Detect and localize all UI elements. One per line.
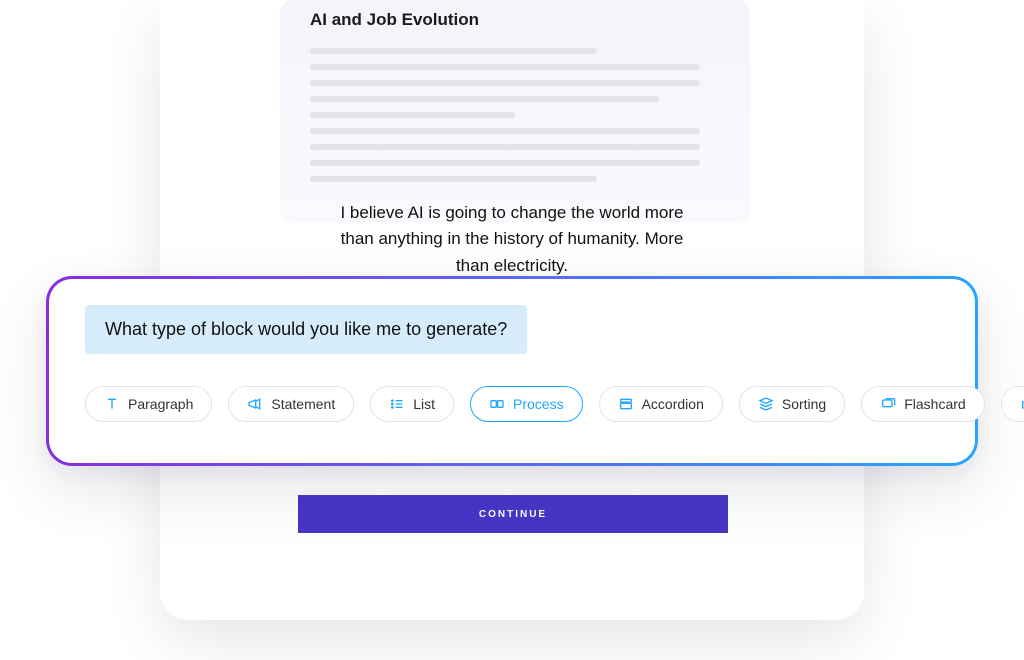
document-body-text: I believe AI is going to change the worl… xyxy=(160,200,864,279)
option-label: Sorting xyxy=(782,396,826,412)
card-icon xyxy=(880,396,896,412)
option-flashcard[interactable]: Flashcard xyxy=(861,386,984,422)
option-paragraph[interactable]: Paragraph xyxy=(85,386,212,422)
option-label: Statement xyxy=(271,396,335,412)
text-icon xyxy=(104,396,120,412)
continue-button[interactable]: CONTINUE xyxy=(298,495,728,533)
option-label: Accordion xyxy=(642,396,704,412)
excerpt-box: AI and Job Evolution xyxy=(280,0,750,222)
list-icon xyxy=(389,396,405,412)
option-tabs[interactable]: Tabs xyxy=(1001,386,1024,422)
block-options-row: Paragraph Statement List Process xyxy=(85,386,939,422)
excerpt-title: AI and Job Evolution xyxy=(310,10,720,30)
option-process[interactable]: Process xyxy=(470,386,583,422)
option-label: Paragraph xyxy=(128,396,193,412)
tabs-icon xyxy=(1020,396,1024,412)
option-sorting[interactable]: Sorting xyxy=(739,386,845,422)
ai-question-text: What type of block would you like me to … xyxy=(105,319,507,339)
option-label: Process xyxy=(513,396,564,412)
option-statement[interactable]: Statement xyxy=(228,386,354,422)
option-list[interactable]: List xyxy=(370,386,454,422)
option-label: List xyxy=(413,396,435,412)
option-accordion[interactable]: Accordion xyxy=(599,386,723,422)
excerpt-placeholder xyxy=(310,48,720,182)
process-icon xyxy=(489,396,505,412)
option-label: Flashcard xyxy=(904,396,965,412)
accordion-icon xyxy=(618,396,634,412)
ai-question-bubble: What type of block would you like me to … xyxy=(85,305,527,354)
continue-button-label: CONTINUE xyxy=(479,509,547,520)
stack-icon xyxy=(758,396,774,412)
megaphone-icon xyxy=(247,396,263,412)
ai-block-chooser: What type of block would you like me to … xyxy=(46,276,978,466)
